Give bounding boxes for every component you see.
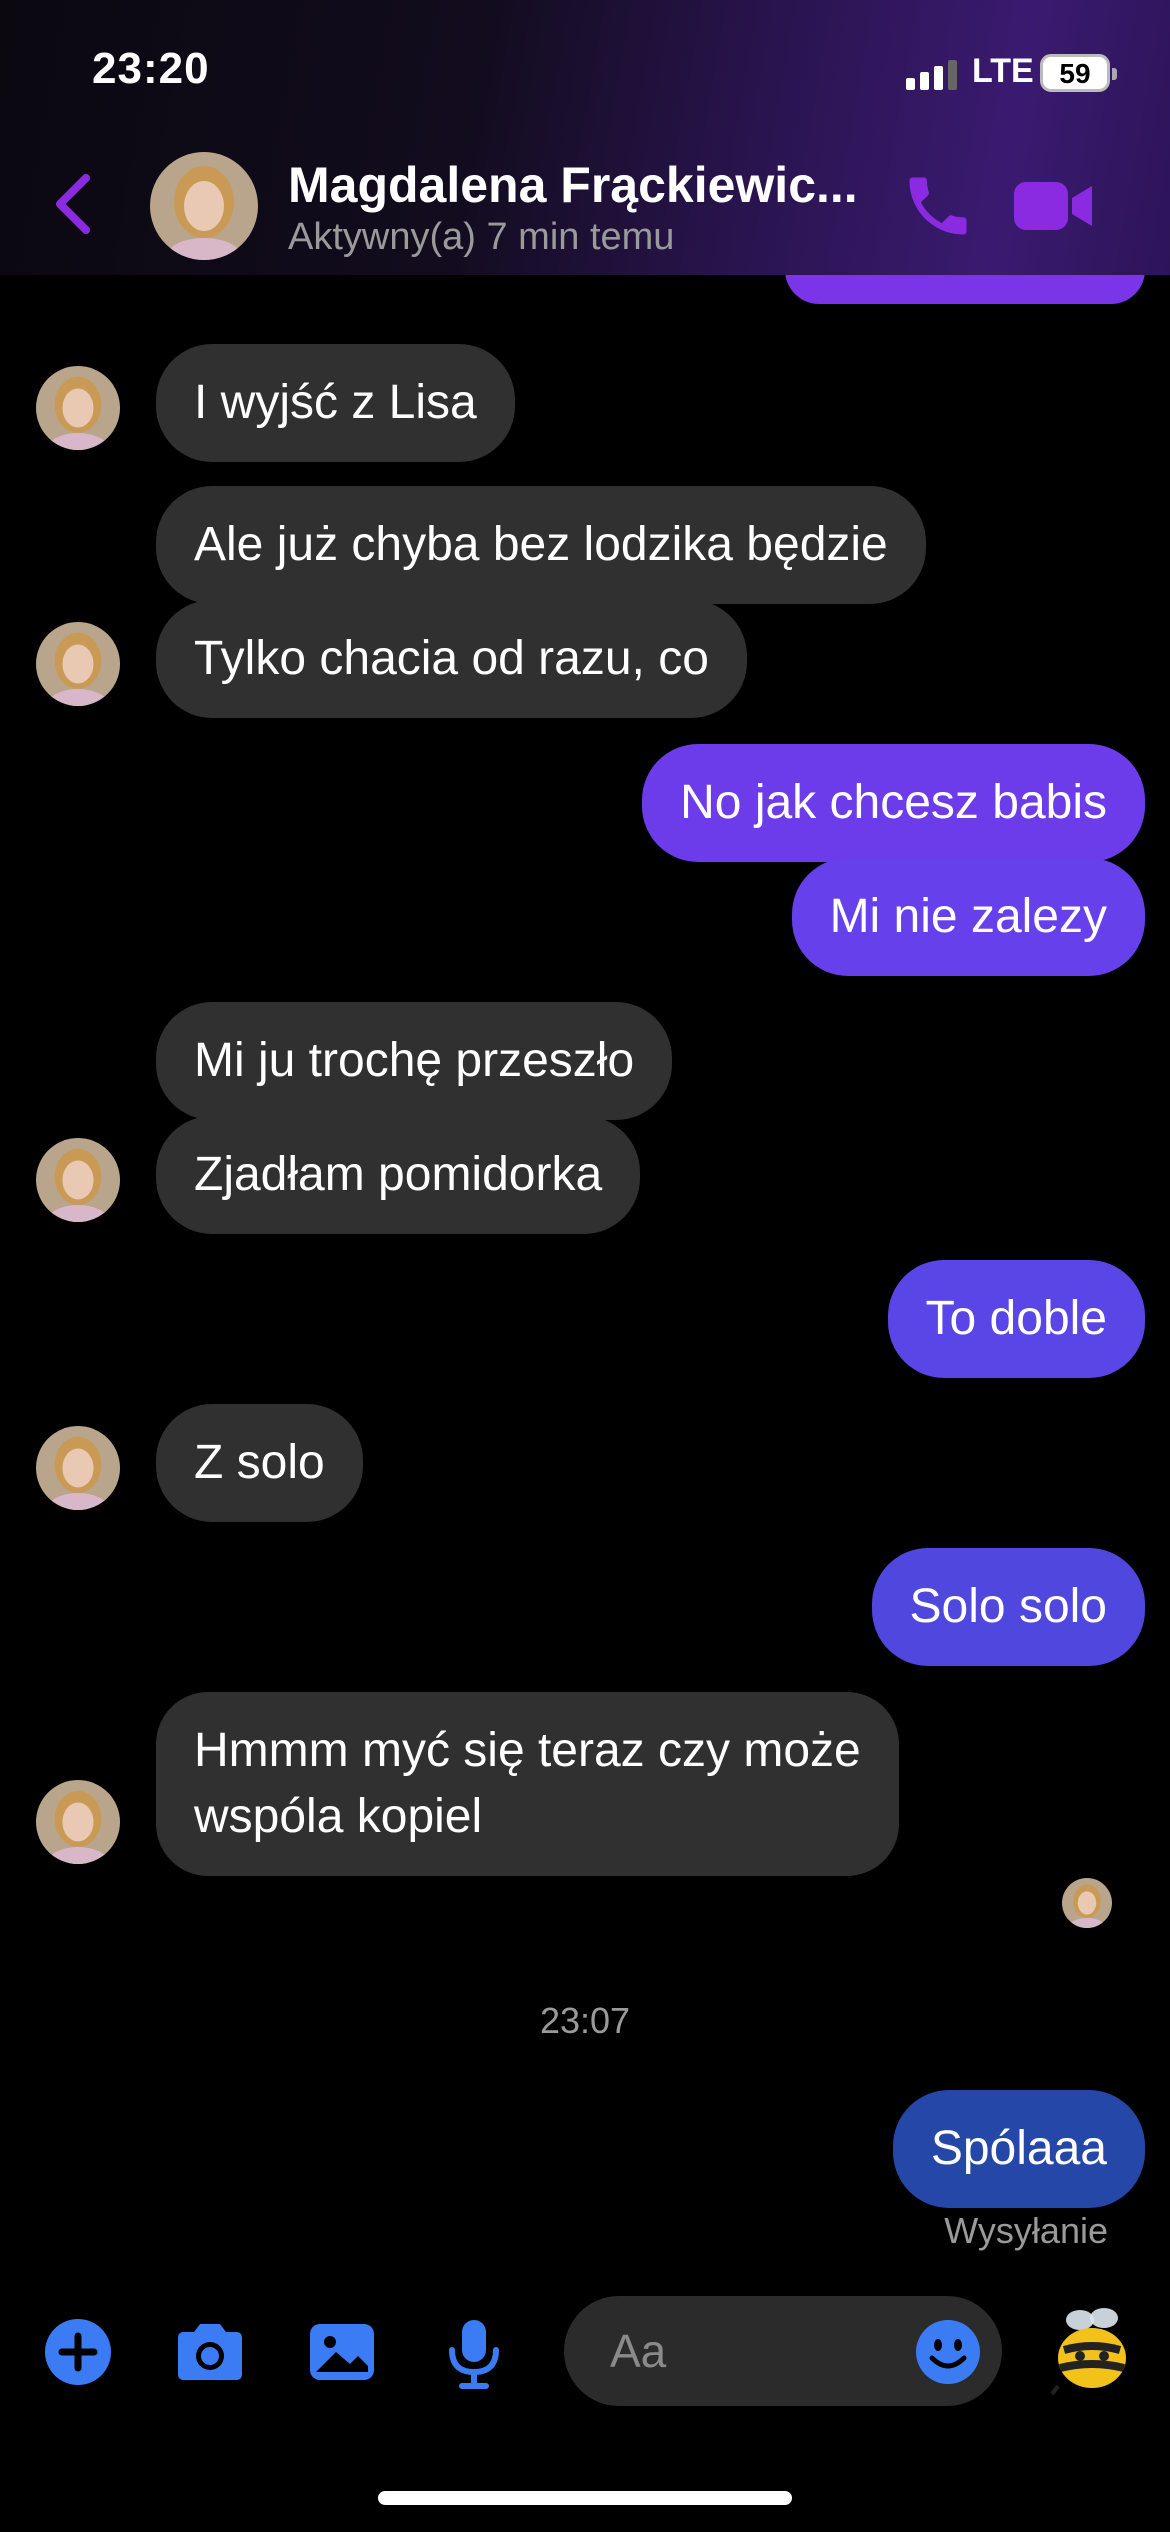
contact-avatar[interactable]: [150, 152, 258, 260]
add-button[interactable]: [42, 2316, 114, 2388]
emoji-button[interactable]: [914, 2318, 982, 2386]
outgoing-message[interactable]: Mi nie zalezy: [791, 858, 1145, 976]
contact-status: Aktywny(a) 7 min temu: [288, 216, 675, 258]
video-call-button[interactable]: [1012, 176, 1096, 236]
conversation-header: 23:20 LTE 59 Magdalena Frąckiewic... Akt…: [0, 0, 1170, 275]
home-indicator[interactable]: [378, 2491, 792, 2505]
outgoing-message[interactable]: To doble: [887, 1260, 1145, 1378]
seen-receipt-avatar: [1062, 1878, 1112, 1928]
bee-sticker-icon: [1050, 2308, 1126, 2396]
image-icon: [310, 2324, 374, 2380]
incoming-message[interactable]: Hmmm myć się teraz czy może wspóla kopie…: [156, 1692, 899, 1876]
message-timestamp: 23:07: [539, 2000, 631, 2041]
sender-avatar: [36, 1138, 120, 1222]
quick-reaction-button[interactable]: [1050, 2306, 1134, 2396]
incoming-message[interactable]: I wyjść z Lisa: [156, 344, 515, 462]
incoming-message[interactable]: Mi ju trochę przeszło: [156, 1002, 673, 1120]
sender-avatar: [36, 1780, 120, 1864]
sending-status: Wysyłanie: [944, 2210, 1108, 2251]
sender-avatar: [36, 622, 120, 706]
emoji-icon: [916, 2320, 980, 2384]
voice-call-button[interactable]: [900, 168, 976, 244]
back-button[interactable]: [50, 172, 96, 236]
contact-name[interactable]: Magdalena Frąckiewic...: [288, 156, 858, 214]
plus-icon: [45, 2319, 111, 2385]
voice-message-button[interactable]: [438, 2316, 510, 2389]
phone-icon: [909, 177, 967, 235]
network-type: LTE: [972, 52, 1034, 90]
gallery-button[interactable]: [306, 2316, 378, 2388]
outgoing-message[interactable]: Spólaaa: [892, 2090, 1145, 2208]
incoming-message[interactable]: Zjadłam pomidorka: [156, 1116, 641, 1234]
camera-icon: [178, 2324, 242, 2380]
video-icon: [1014, 182, 1092, 230]
message-composer[interactable]: [564, 2296, 1002, 2406]
sender-avatar: [36, 1426, 120, 1510]
battery-icon: 59: [1040, 54, 1117, 92]
message-line: wspóla kopiel: [194, 1790, 483, 1843]
message-line: Hmmm myć się teraz czy może: [194, 1724, 861, 1777]
sender-avatar: [36, 366, 120, 450]
outgoing-message[interactable]: No jak chcesz babis: [642, 744, 1145, 862]
microphone-icon: [449, 2320, 499, 2389]
back-icon: [56, 174, 90, 234]
outgoing-message[interactable]: Solo solo: [871, 1548, 1145, 1666]
camera-button[interactable]: [172, 2316, 244, 2388]
status-time: 23:20: [92, 44, 210, 93]
signal-icon: [906, 60, 957, 90]
message-input[interactable]: [610, 2296, 890, 2406]
incoming-message[interactable]: Ale już chyba bez lodzika będzie: [156, 486, 926, 604]
incoming-message[interactable]: Z solo: [156, 1404, 363, 1522]
incoming-message[interactable]: Tylko chacia od razu, co: [156, 600, 747, 718]
